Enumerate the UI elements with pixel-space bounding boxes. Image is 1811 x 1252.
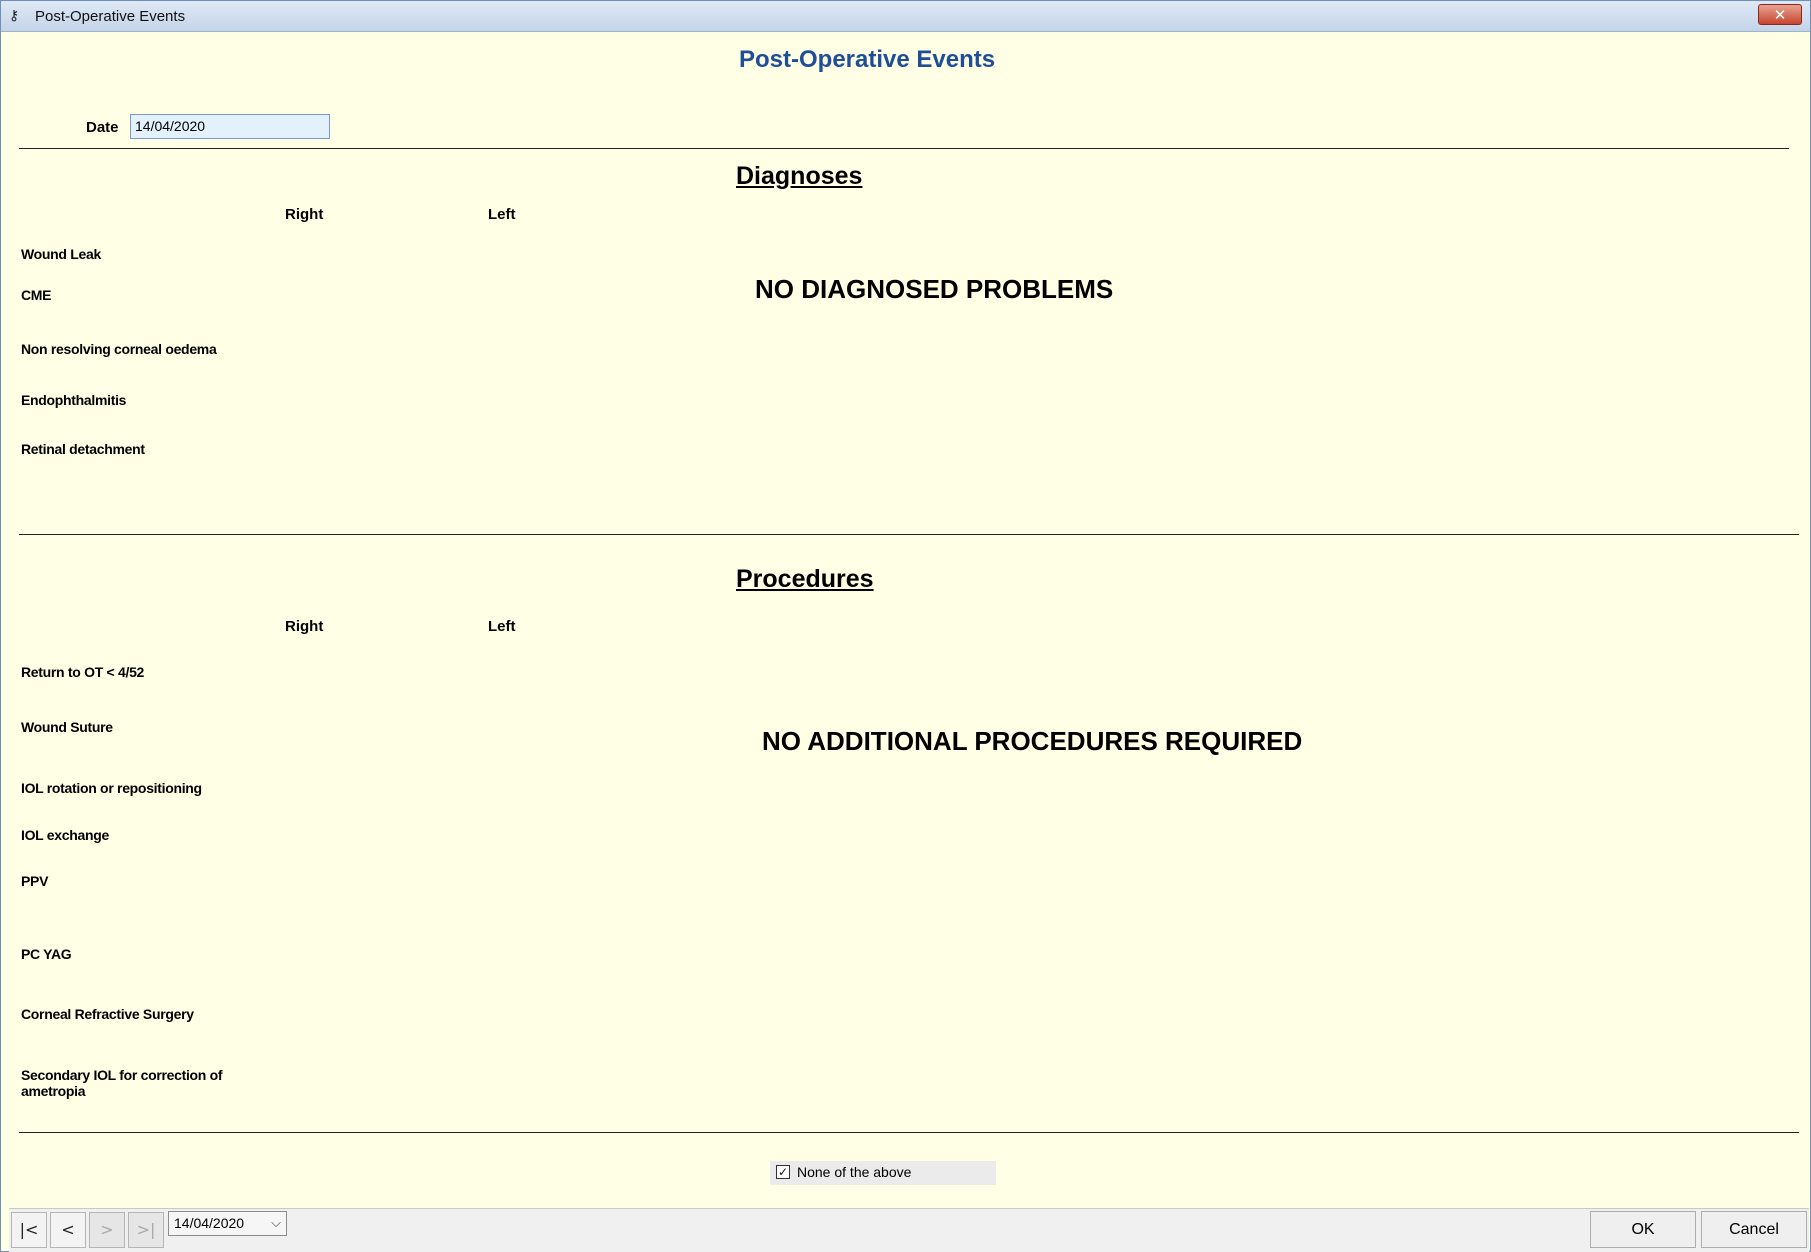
last-record-button[interactable]: >| xyxy=(128,1212,164,1248)
procedure-pc-yag: PC YAG xyxy=(21,946,72,962)
ok-button[interactable]: OK xyxy=(1590,1211,1696,1248)
procedure-corneal-refractive-surgery: Corneal Refractive Surgery xyxy=(21,1006,194,1022)
record-date-select[interactable]: 14/04/2020 ⌵ xyxy=(168,1211,287,1236)
procedures-col-left: Left xyxy=(488,618,516,635)
divider-diagnoses xyxy=(19,534,1799,535)
key-icon: ⚷ xyxy=(9,8,20,24)
close-button[interactable]: ✕ xyxy=(1758,4,1802,25)
divider-top xyxy=(19,148,1789,149)
window-title: Post-Operative Events xyxy=(35,8,186,25)
no-additional-procedures-message: NO ADDITIONAL PROCEDURES REQUIRED xyxy=(762,726,1303,756)
record-date-value: 14/04/2020 xyxy=(174,1215,245,1231)
procedure-wound-suture: Wound Suture xyxy=(21,719,113,735)
diagnosis-cme: CME xyxy=(21,287,52,303)
next-record-button[interactable]: > xyxy=(89,1212,125,1248)
chevron-down-icon[interactable]: ⌵ xyxy=(271,1214,281,1233)
post-operative-events-window: ⚷ Post-Operative Events ✕ Post-Operative… xyxy=(0,0,1811,1252)
procedure-ppv: PPV xyxy=(21,873,49,889)
diagnosis-corneal-oedema: Non resolving corneal oedema xyxy=(21,341,217,357)
procedure-iol-exchange: IOL exchange xyxy=(21,827,109,843)
diagnosis-endophthalmitis: Endophthalmitis xyxy=(21,392,127,408)
diagnoses-heading: Diagnoses xyxy=(736,162,863,190)
none-of-the-above-checkbox[interactable]: ✓ None of the above xyxy=(770,1161,996,1185)
diagnoses-col-right: Right xyxy=(285,206,324,223)
procedure-secondary-iol: Secondary IOL for correction of ametropi… xyxy=(21,1067,223,1099)
footer-bar: |< < > >| 14/04/2020 ⌵ OK Cancel xyxy=(9,1208,1809,1252)
form-content: Post-Operative Events Date 14/04/2020 Di… xyxy=(9,32,1809,1208)
procedure-return-to-ot: Return to OT < 4/52 xyxy=(21,664,145,680)
first-record-button[interactable]: |< xyxy=(11,1212,47,1248)
checkbox-checked-icon[interactable]: ✓ xyxy=(776,1165,790,1179)
diagnosis-wound-leak: Wound Leak xyxy=(21,246,101,262)
previous-record-button[interactable]: < xyxy=(50,1212,86,1248)
page-title: Post-Operative Events xyxy=(739,46,996,73)
procedure-iol-rotation: IOL rotation or repositioning xyxy=(21,780,202,796)
diagnosis-retinal-detachment: Retinal detachment xyxy=(21,441,145,457)
divider-procedures xyxy=(19,1132,1799,1133)
no-diagnosed-problems-message: NO DIAGNOSED PROBLEMS xyxy=(755,274,1114,304)
none-of-the-above-label: None of the above xyxy=(797,1164,912,1180)
procedures-col-right: Right xyxy=(285,618,324,635)
date-label: Date xyxy=(86,119,119,136)
title-bar: ⚷ Post-Operative Events ✕ xyxy=(1,1,1810,32)
date-input[interactable]: 14/04/2020 xyxy=(130,114,330,139)
diagnoses-col-left: Left xyxy=(488,206,516,223)
cancel-button[interactable]: Cancel xyxy=(1701,1211,1807,1248)
procedures-heading: Procedures xyxy=(736,565,874,593)
